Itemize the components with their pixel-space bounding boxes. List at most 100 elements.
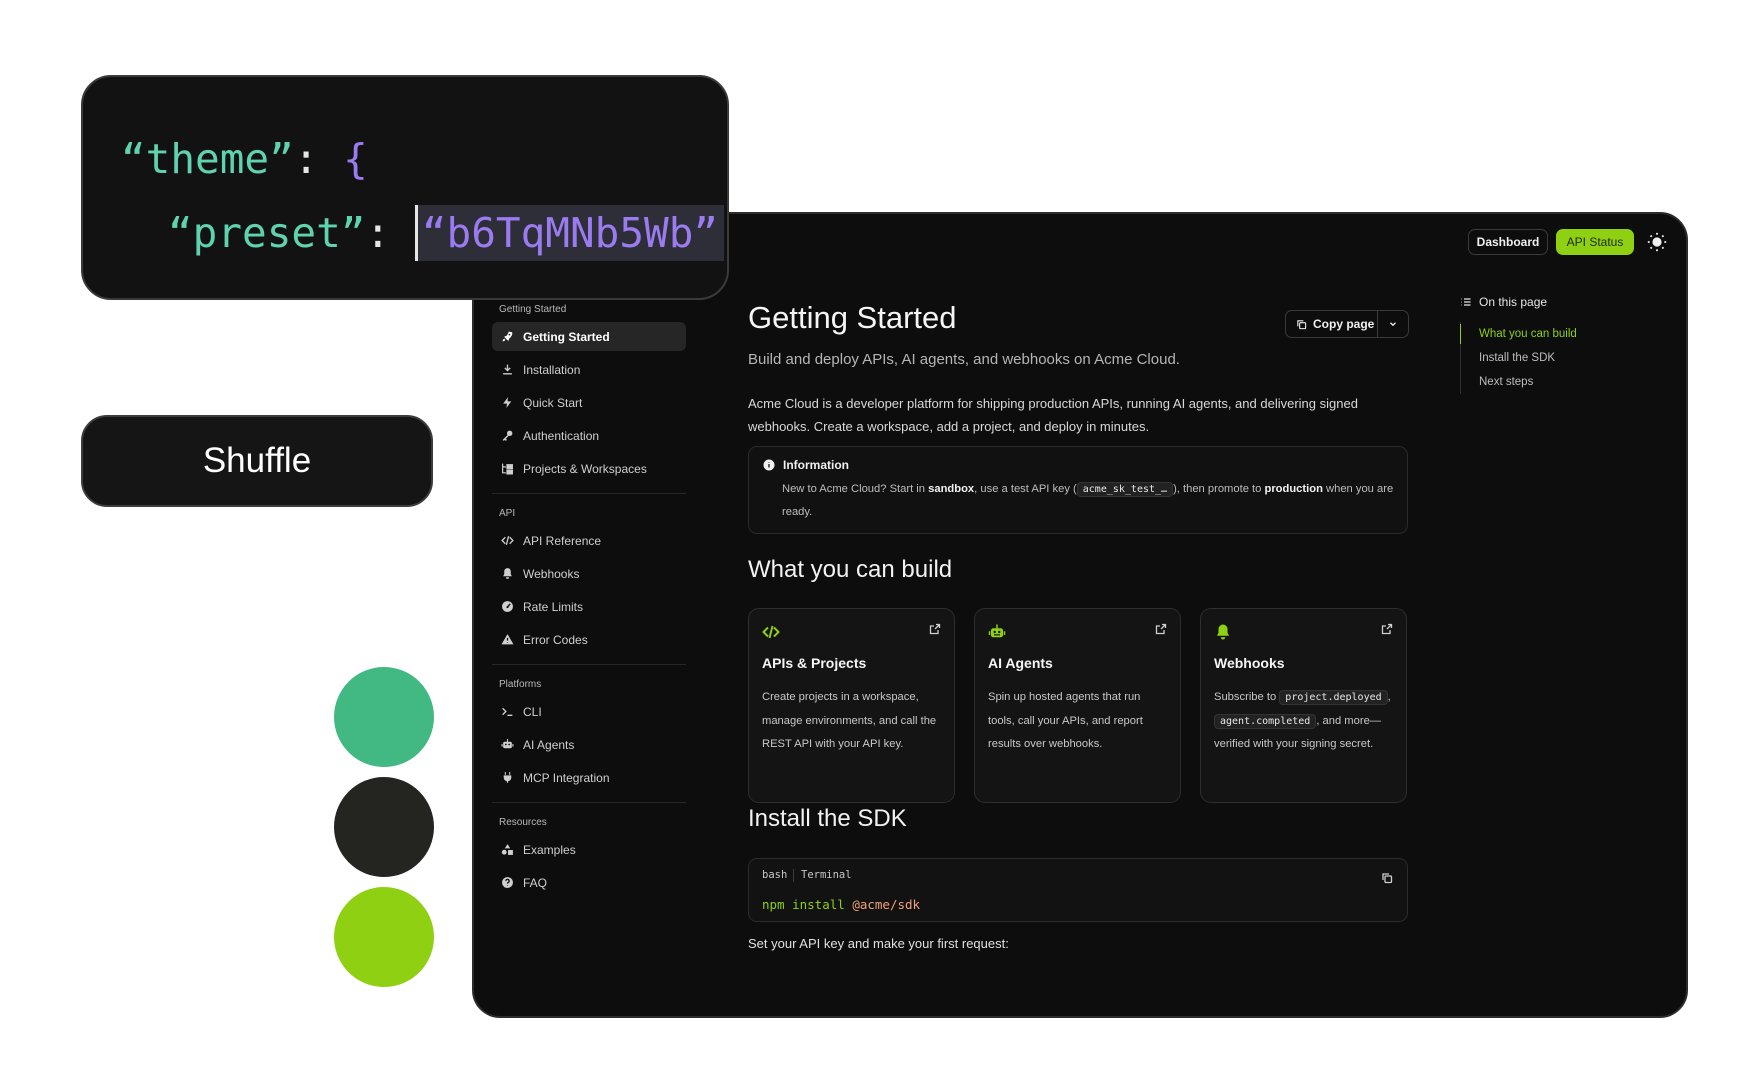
sidebar-item-cli[interactable]: CLI xyxy=(492,697,686,726)
sidebar-item-api-reference[interactable]: API Reference xyxy=(492,526,686,555)
code-line-theme: “theme”: { xyxy=(121,135,368,183)
section-heading-build: What you can build xyxy=(748,556,953,583)
info-callout-body: New to Acme Cloud? Start in sandbox, use… xyxy=(782,478,1394,524)
list-icon xyxy=(1461,298,1471,306)
sidebar-item-error-codes[interactable]: Error Codes xyxy=(492,625,686,654)
bell-icon xyxy=(503,568,512,579)
color-swatch-primary[interactable] xyxy=(334,667,434,767)
rocket-icon xyxy=(502,331,513,342)
paragraph-api-key: Set your API key and make your first req… xyxy=(748,936,1009,951)
code-label: Terminal xyxy=(801,869,852,881)
code-key-preset: “preset” xyxy=(168,209,366,257)
code-colon: : xyxy=(365,209,415,257)
card-title: APIs & Projects xyxy=(762,655,867,671)
bell-icon xyxy=(1214,623,1232,641)
copy-icon xyxy=(1297,319,1307,329)
toc-item-next-steps[interactable]: Next steps xyxy=(1479,370,1660,394)
warning-icon xyxy=(501,634,514,645)
sidebar-item-label: Projects & Workspaces xyxy=(523,461,647,476)
toc-item-what-you-can-build[interactable]: What you can build xyxy=(1460,322,1660,346)
on-this-page: On this page What you can build Install … xyxy=(1460,294,1660,394)
sidebar-item-mcp-integration[interactable]: MCP Integration xyxy=(492,763,686,792)
shuffle-button[interactable]: Shuffle xyxy=(81,415,433,507)
card-apis-projects[interactable]: APIs & Projects Create projects in a wor… xyxy=(748,608,955,803)
sidebar-item-authentication[interactable]: Authentication xyxy=(492,421,686,450)
sidebar-item-label: Getting Started xyxy=(523,329,610,344)
card-title: AI Agents xyxy=(988,655,1053,671)
sidebar-item-ai-agents[interactable]: AI Agents xyxy=(492,730,686,759)
info-text: New to Acme Cloud? Start in xyxy=(782,483,929,495)
docs-app-window: Dashboard API Status Getting Started Get… xyxy=(472,212,1688,1018)
info-callout-title: Information xyxy=(763,458,849,472)
copy-page-label: Copy page xyxy=(1313,317,1375,331)
info-bold-production: production xyxy=(1264,483,1323,495)
card-description: Spin up hosted agents that run tools, ca… xyxy=(988,691,1143,750)
download-icon xyxy=(503,364,512,375)
copy-icon[interactable] xyxy=(1381,869,1393,884)
api-status-button[interactable]: API Status xyxy=(1556,229,1634,255)
gauge-icon xyxy=(502,601,513,612)
code-brace: { xyxy=(343,135,368,183)
sidebar-item-label: FAQ xyxy=(523,875,548,890)
key-icon xyxy=(502,430,513,441)
sidebar-item-label: Quick Start xyxy=(523,395,583,410)
card-description: Subscribe to project.deployed, agent.com… xyxy=(1214,686,1394,757)
page-title: Getting Started xyxy=(748,300,957,335)
sidebar-item-faq[interactable]: FAQ xyxy=(492,868,686,897)
sidebar-divider xyxy=(492,664,686,665)
code-key-theme: “theme” xyxy=(121,135,294,183)
theme-code-card: “theme”: { “preset”: “b6TqMNb5Wb” xyxy=(81,75,729,300)
sidebar-section-title: Getting Started xyxy=(499,304,567,315)
copy-page-menu-button[interactable] xyxy=(1378,319,1408,329)
sidebar-section-title: Platforms xyxy=(499,679,542,690)
sidebar-nav: Getting Started Getting Started Installa… xyxy=(492,304,686,901)
code-line: npm install @acme/sdk xyxy=(762,897,920,912)
card-webhooks[interactable]: Webhooks Subscribe to project.deployed, … xyxy=(1200,608,1407,803)
sidebar-item-webhooks[interactable]: Webhooks xyxy=(492,559,686,588)
sidebar-item-label: Error Codes xyxy=(523,632,588,647)
sidebar-item-installation[interactable]: Installation xyxy=(492,355,686,384)
sidebar-item-rate-limits[interactable]: Rate Limits xyxy=(492,592,686,621)
code-icon xyxy=(762,623,780,641)
sidebar-item-quick-start[interactable]: Quick Start xyxy=(492,388,686,417)
help-icon xyxy=(502,877,513,888)
chevron-down-icon xyxy=(1390,322,1396,327)
external-link-icon xyxy=(1381,622,1393,635)
code-header-divider xyxy=(793,869,794,882)
code-block-install: bash Terminal npm install @acme/sdk xyxy=(748,858,1408,922)
intro-paragraph: Acme Cloud is a developer platform for s… xyxy=(748,396,1358,434)
toc-item-install-sdk[interactable]: Install the SDK xyxy=(1479,346,1660,370)
sidebar-item-projects-workspaces[interactable]: Projects & Workspaces xyxy=(492,454,686,483)
toc-heading: On this page xyxy=(1460,294,1660,310)
sidebar-item-examples[interactable]: Examples xyxy=(492,835,686,864)
sidebar-section-title: API xyxy=(499,508,516,519)
external-link-icon xyxy=(1155,622,1167,635)
section-heading-sdk: Install the SDK xyxy=(748,805,907,832)
info-bold-sandbox: sandbox xyxy=(928,483,975,495)
sun-icon[interactable] xyxy=(1646,231,1668,253)
dashboard-button[interactable]: Dashboard xyxy=(1468,229,1548,255)
info-icon xyxy=(763,459,775,471)
copy-page-button[interactable]: Copy page xyxy=(1286,311,1378,337)
code-colon: : xyxy=(293,135,344,183)
folder-tree-icon xyxy=(502,463,513,475)
lightning-icon xyxy=(503,397,512,408)
sidebar-divider xyxy=(492,802,686,803)
code-language: bash xyxy=(762,869,788,881)
card-description: Create projects in a workspace, manage e… xyxy=(762,691,937,750)
sidebar-section-title: Resources xyxy=(499,817,547,828)
sidebar-item-getting-started[interactable]: Getting Started xyxy=(492,322,686,351)
sidebar-divider xyxy=(492,493,686,494)
preset-value-selected[interactable]: “b6TqMNb5Wb” xyxy=(414,205,725,261)
sidebar-item-label: AI Agents xyxy=(523,737,575,752)
code-icon xyxy=(501,536,514,545)
toc-heading-text: On this page xyxy=(1479,295,1548,309)
copy-page-control: Copy page xyxy=(1285,310,1409,338)
card-ai-agents[interactable]: AI Agents Spin up hosted agents that run… xyxy=(974,608,1181,803)
color-swatch-accent[interactable] xyxy=(334,887,434,987)
code-line-preset: “preset”: “b6TqMNb5Wb” xyxy=(168,205,725,261)
color-swatch-background[interactable] xyxy=(334,777,434,877)
code-token-subcommand: install xyxy=(784,897,853,912)
card-text: , xyxy=(1387,691,1391,703)
code-token-package: @acme/sdk xyxy=(852,897,921,912)
